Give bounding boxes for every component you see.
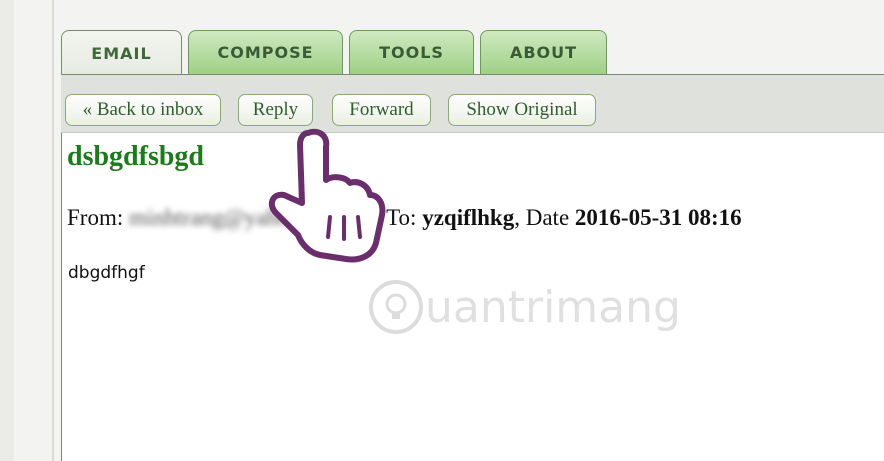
outer-frame (0, 0, 14, 461)
message-view: dsbgdfsbgd From: minhtrang@yahoo.com.vn,… (61, 133, 884, 461)
tab-about[interactable]: ABOUT (480, 30, 607, 74)
to-label: To: (386, 205, 417, 230)
message-subject: dsbgdfsbgd (67, 141, 204, 172)
tab-tools[interactable]: TOOLS (349, 30, 474, 74)
date-value: 2016-05-31 08:16 (574, 205, 742, 230)
to-address: yzqiflhkg (422, 205, 515, 230)
from-label: From: (67, 205, 124, 230)
message-meta: From: minhtrang@yahoo.com.vn, To: yzqifl… (67, 205, 742, 231)
watermark-text: uantrimang (425, 281, 681, 333)
tab-email[interactable]: EMAIL (61, 30, 182, 76)
frame-divider (52, 0, 54, 461)
forward-button[interactable]: Forward (332, 94, 431, 126)
pointing-hand-icon (268, 128, 386, 263)
lightbulb-logo-icon (369, 280, 423, 334)
message-toolbar: « Back to inbox Reply Forward Show Origi… (61, 75, 884, 133)
back-to-inbox-button[interactable]: « Back to inbox (65, 94, 221, 126)
show-original-button[interactable]: Show Original (448, 94, 596, 126)
reply-button[interactable]: Reply (238, 94, 313, 126)
tab-bar: EMAIL COMPOSE TOOLS ABOUT (61, 30, 884, 76)
message-body: dbgdfhgf (68, 263, 145, 283)
watermark: uantrimang (367, 278, 681, 336)
date-label: , Date (514, 205, 570, 230)
tab-compose[interactable]: COMPOSE (188, 30, 343, 74)
